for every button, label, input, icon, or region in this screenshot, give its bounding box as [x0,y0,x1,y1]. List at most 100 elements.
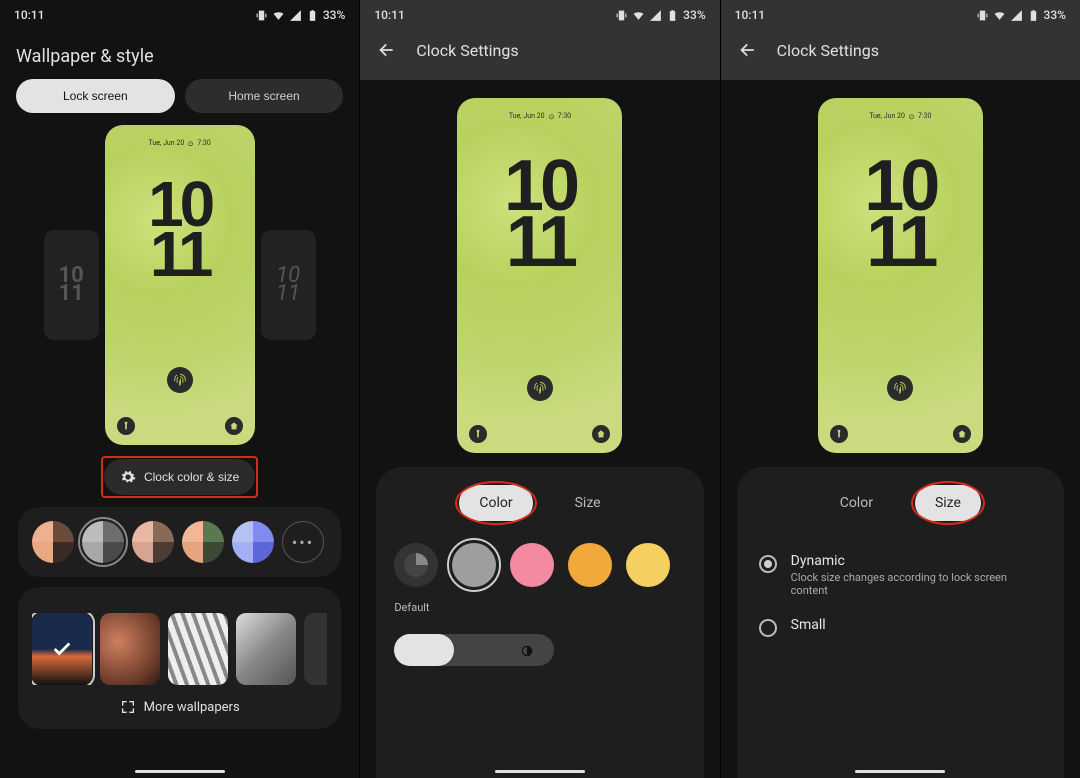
option-subtitle: Clock size changes according to lock scr… [791,571,1042,597]
check-icon [51,638,73,660]
home-icon [953,425,971,443]
color-swatch[interactable] [510,543,554,587]
clock-settings-card: Color Size Dynamic Clock size changes acc… [737,467,1064,778]
battery-icon [1027,9,1040,22]
wallpaper-thumb[interactable] [304,613,327,685]
wallpaper-thumb[interactable] [236,613,296,685]
saturation-slider[interactable] [394,634,554,666]
battery-percent: 33% [1044,8,1066,22]
lock-screen-preview: Tue, Jun 20 7:30 10 11 [457,98,622,453]
status-icons: 33% [976,8,1066,22]
app-bar: 10:11 33% Clock Settings [721,0,1080,80]
color-swatch[interactable] [626,543,670,587]
vibrate-icon [255,9,268,22]
status-time: 10:11 [374,8,404,22]
fingerprint-icon [527,375,553,401]
slider-handle[interactable] [394,634,454,666]
wifi-icon [272,9,285,22]
status-bar: 10:11 33% [0,0,359,30]
gesture-bar[interactable] [855,770,945,773]
color-swatch[interactable] [452,543,496,587]
flashlight-icon [830,425,848,443]
signal-icon [289,9,302,22]
color-palette[interactable] [232,521,274,563]
size-options: Dynamic Clock size changes according to l… [755,537,1046,653]
color-palette[interactable] [32,521,74,563]
flashlight-icon [469,425,487,443]
wallpaper-card: More wallpapers [18,587,341,729]
battery-icon [306,9,319,22]
radio-icon [759,619,777,637]
size-option-small[interactable]: Small [759,607,1042,647]
tab-row: Color Size [394,477,685,537]
vibrate-icon [615,9,628,22]
gesture-bar[interactable] [495,770,585,773]
swatch-default[interactable] [394,543,438,587]
color-swatch[interactable] [568,543,612,587]
clock-color-size-button[interactable]: Clock color & size [104,459,255,495]
page-title: Wallpaper & style [0,30,359,79]
screen-selector: Lock screen Home screen [0,79,359,125]
preview-clock: 10 11 [457,158,622,270]
fingerprint-icon [887,375,913,401]
palette-card: ••• [18,507,341,577]
wallpaper-icon [120,699,136,715]
app-bar: 10:11 33% Clock Settings [360,0,719,80]
alarm-icon [548,113,555,120]
wallpaper-thumb[interactable] [100,613,160,685]
preview-bottom-icons [117,417,243,435]
gear-icon [120,469,136,485]
status-icons: 33% [615,8,705,22]
tab-color[interactable]: Color [459,485,532,521]
color-swatch-row [394,537,685,595]
back-icon[interactable] [737,40,757,60]
size-option-dynamic[interactable]: Dynamic Clock size changes according to l… [759,543,1042,607]
color-palette[interactable] [132,521,174,563]
lock-screen-preview: Tue, Jun 20 7:30 10 11 [818,98,983,453]
battery-percent: 33% [323,8,345,22]
palette-row: ••• [32,521,327,563]
screen-clock-settings-color: 10:11 33% Clock Settings Tue, Jun 20 [359,0,719,778]
wifi-icon [632,9,645,22]
alarm-icon [908,113,915,120]
clock-style-prev[interactable]: 10 11 [44,230,99,340]
wallpaper-thumb[interactable] [168,613,228,685]
tab-row: Color Size [755,477,1046,537]
clock-settings-card: Color Size Default [376,467,703,778]
page-title: Clock Settings [416,41,518,60]
color-palette[interactable] [82,521,124,563]
color-palette[interactable] [182,521,224,563]
preview-date: Tue, Jun 20 7:30 [457,112,622,120]
status-time: 10:11 [735,8,765,22]
more-palettes-button[interactable]: ••• [282,521,324,563]
page-title: Clock Settings [777,41,879,60]
tab-lock-screen[interactable]: Lock screen [16,79,175,113]
status-icons: 33% [255,8,345,22]
battery-icon [666,9,679,22]
status-time: 10:11 [14,8,44,22]
preview-bottom-icons [469,425,610,443]
fingerprint-icon [167,367,193,393]
default-label: Default [394,601,685,614]
wallpaper-thumb[interactable] [32,613,92,685]
gesture-bar[interactable] [135,770,225,773]
tab-color[interactable]: Color [820,485,893,521]
clock-style-next[interactable]: 10 11 [261,230,316,340]
vibrate-icon [976,9,989,22]
contrast-icon [520,643,534,657]
tab-size[interactable]: Size [915,485,981,521]
lock-screen-preview[interactable]: Tue, Jun 20 7:30 10 11 [105,125,255,445]
alarm-icon [187,140,194,147]
signal-icon [649,9,662,22]
more-wallpapers-button[interactable]: More wallpapers [32,699,327,715]
option-title: Dynamic [791,553,1042,569]
clock-style-strip: 10 11 Tue, Jun 20 7:30 10 11 [0,125,359,445]
tab-home-screen[interactable]: Home screen [185,79,344,113]
tab-size[interactable]: Size [555,485,621,521]
signal-icon [1010,9,1023,22]
home-icon [225,417,243,435]
preview-date: Tue, Jun 20 7:30 [818,112,983,120]
screen-clock-settings-size: 10:11 33% Clock Settings Tue, Jun 20 [720,0,1080,778]
battery-percent: 33% [683,8,705,22]
back-icon[interactable] [376,40,396,60]
